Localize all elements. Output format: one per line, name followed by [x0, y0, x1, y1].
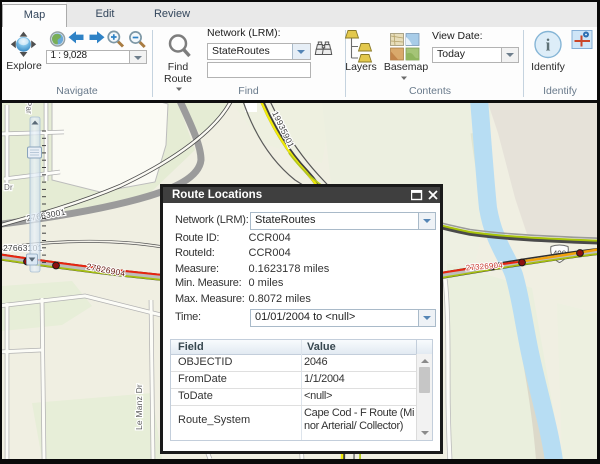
- svg-text:Le Manz Dr: Le Manz Dr: [134, 384, 144, 430]
- svg-text:Dr: Dr: [4, 183, 13, 192]
- svg-text:i: i: [546, 36, 551, 55]
- svg-text:27826904: 27826904: [86, 261, 127, 278]
- svg-text:Par: Par: [24, 103, 33, 114]
- svg-text:27326904: 27326904: [465, 261, 503, 273]
